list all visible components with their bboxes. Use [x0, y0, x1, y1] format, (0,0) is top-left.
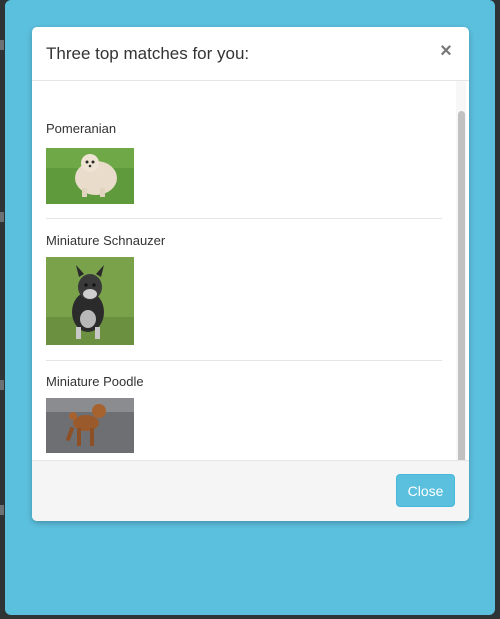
- dialog-body: Pomeranian Miniature Schnauzer Miniature…: [32, 81, 469, 486]
- close-icon[interactable]: ×: [438, 41, 454, 61]
- breed-name: Pomeranian: [46, 121, 117, 136]
- breed-name: Miniature Poodle: [46, 374, 144, 389]
- dialog-footer: Close: [32, 460, 469, 521]
- dog-photo-miniature-poodle: [46, 398, 134, 453]
- close-button[interactable]: Close: [396, 474, 455, 507]
- matches-dialog: Three top matches for you: × Pomeranian …: [32, 27, 469, 521]
- background-text-fragment: [0, 212, 4, 222]
- scrollbar-thumb[interactable]: [458, 111, 465, 473]
- background-text-fragment: [0, 505, 4, 515]
- background-text-fragment: [0, 40, 4, 50]
- dialog-header: Three top matches for you: ×: [32, 27, 469, 81]
- item-divider: [46, 360, 442, 361]
- dialog-title: Three top matches for you:: [46, 44, 250, 63]
- breed-name: Miniature Schnauzer: [46, 233, 166, 248]
- dog-photo-pomeranian: [46, 148, 134, 204]
- dog-photo-miniature-schnauzer: [46, 257, 134, 345]
- background-text-fragment: [0, 380, 4, 390]
- item-divider: [46, 218, 442, 219]
